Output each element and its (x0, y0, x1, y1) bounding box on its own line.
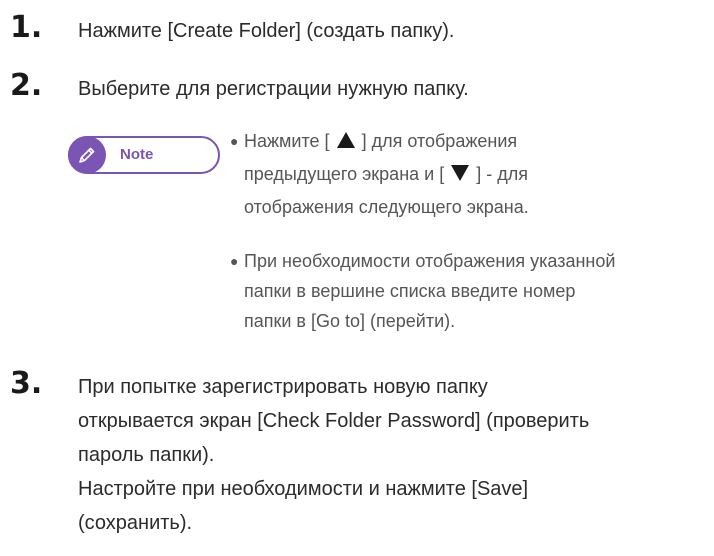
note-bullet-line: отображения следующего экрана. (244, 197, 529, 217)
note-bullet-text: Нажмите [ ] для отображения предыдущего … (244, 126, 710, 222)
note-bullet-line: предыдущего экрана и [ ] - для (244, 159, 710, 192)
step-number: 2. (10, 68, 43, 103)
note-bullet-line: папки в вершине списка введите номер (244, 281, 576, 301)
bullet-line-suffix: ] - для (476, 164, 528, 184)
triangle-up-icon (335, 129, 357, 159)
step-text-line: Настройте при необходимости и нажмите [S… (78, 478, 529, 500)
note-bullet-line: папки в [Go to] (перейти). (244, 311, 456, 331)
step-text-line: пароль папки). (78, 444, 215, 466)
step-text: Выберите для регистрации нужную папку. (78, 78, 469, 100)
note-bullet-line: При необходимости отображения указанной (244, 251, 616, 271)
note-label: Note (120, 146, 154, 163)
step-number: 1. (10, 10, 43, 45)
bullet-dot: ● (230, 253, 239, 269)
step-text: Нажмите [Create Folder] (создать папку). (78, 20, 455, 42)
triangle-down-icon (449, 162, 471, 192)
note-badge: Note (68, 136, 220, 174)
note-bullet-line: Нажмите [ ] для отображения (244, 126, 710, 159)
step-text: При попытке зарегистрировать новую папку… (78, 370, 708, 540)
step-text-line: открывается экран [Check Folder Password… (78, 410, 590, 432)
bullet-dot: ● (230, 133, 239, 149)
bullet-line-suffix: ] для отображения (361, 131, 518, 151)
step-text-line: (сохранить). (78, 512, 193, 534)
note-bullet-text: При необходимости отображения указанной … (244, 246, 710, 336)
step-number: 3. (10, 366, 43, 401)
bullet-line-prefix: предыдущего экрана и [ (244, 164, 445, 184)
step-text-line: При попытке зарегистрировать новую папку (78, 376, 488, 398)
note-icon-circle (68, 136, 106, 174)
bullet-line-prefix: Нажмите [ (244, 131, 330, 151)
